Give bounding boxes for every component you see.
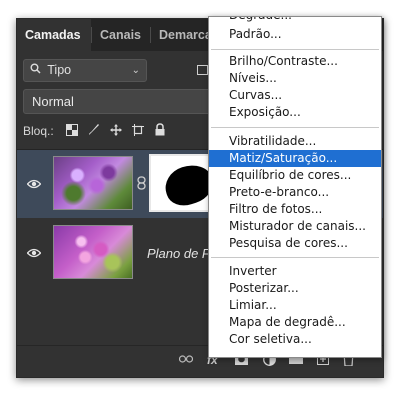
layer-filter-select[interactable]: Tipo ⌄ [23,59,147,82]
menu-item-preto-branco[interactable]: Preto-e-branco... [209,184,381,201]
chevron-down-icon: ⌄ [131,65,140,76]
menu-item-cor-seletiva[interactable]: Cor seletiva... [209,331,381,348]
blend-mode-value: Normal [32,94,74,109]
menu-item-exposicao[interactable]: Exposição... [209,104,381,121]
menu-item-filtro-fotos[interactable]: Filtro de fotos... [209,201,381,218]
lock-move-icon[interactable] [109,124,122,137]
link-chain-icon[interactable] [137,176,146,193]
menu-item-limiar[interactable]: Limiar... [209,297,381,314]
layer-thumbnail [53,225,133,279]
eye-icon[interactable] [26,245,42,258]
menu-separator [211,49,379,50]
lock-label: Bloq.: [23,124,54,138]
lock-transparency-icon[interactable] [65,124,78,137]
menu-item-curvas[interactable]: Curvas... [209,87,381,104]
link-layers-icon[interactable] [178,353,194,367]
menu-item-matiz-saturacao[interactable]: Matiz/Saturação... [209,150,381,167]
image-filter-icon[interactable] [197,65,208,75]
menu-item-brilho-contraste[interactable]: Brilho/Contraste... [209,53,381,70]
layer-name[interactable]: Plano de Fu [147,246,217,261]
menu-item-pesquisa-cores[interactable]: Pesquisa de cores... [209,235,381,252]
menu-item-degrade[interactable]: Degradê... [209,17,381,24]
menu-item-niveis[interactable]: Níveis... [209,70,381,87]
layer-thumbnail [53,156,133,210]
filter-label: Tipo [47,63,72,77]
menu-item-mapa-degrade[interactable]: Mapa de degradê... [209,314,381,331]
menu-item-misturador-canais[interactable]: Misturador de canais... [209,218,381,235]
menu-item-padrao[interactable]: Padrão... [209,26,381,43]
tab-camadas[interactable]: Camadas [17,19,91,51]
menu-item-vibratilidade[interactable]: Vibratilidade... [209,133,381,150]
menu-separator [211,127,379,128]
menu-item-equilibrio-cores[interactable]: Equilíbrio de cores... [209,167,381,184]
adjustment-menu: Degradê... Padrão... Brilho/Contraste...… [208,16,382,358]
menu-item-posterizar[interactable]: Posterizar... [209,280,381,297]
tab-canais[interactable]: Canais [92,19,150,51]
lock-brush-icon[interactable] [87,124,100,137]
lock-all-icon[interactable] [153,123,166,136]
eye-icon[interactable] [26,176,42,189]
lock-row: Bloq.: [23,122,54,140]
menu-item-inverter[interactable]: Inverter [209,263,381,280]
menu-separator [211,257,379,258]
search-icon [30,60,44,81]
lock-artboard-icon[interactable] [131,124,144,137]
